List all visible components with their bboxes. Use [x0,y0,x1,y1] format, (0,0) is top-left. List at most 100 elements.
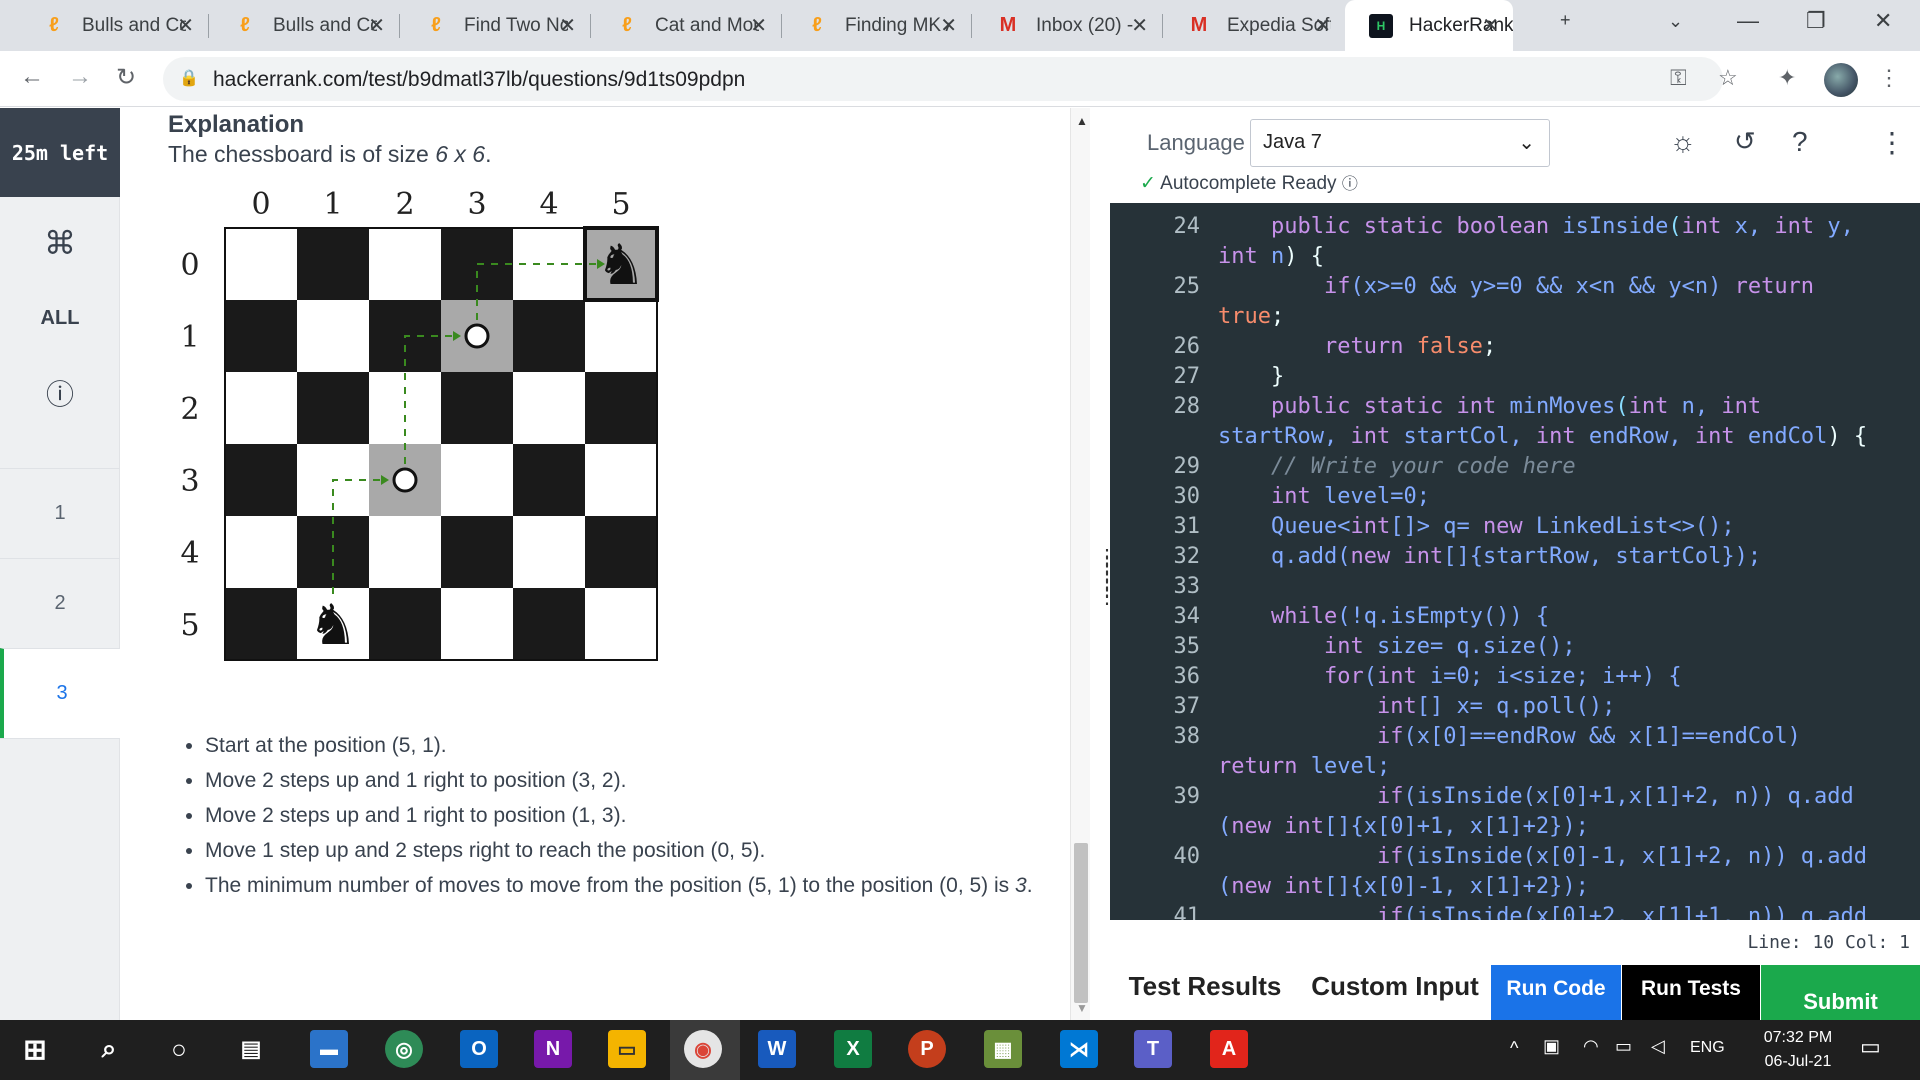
custom-input-tab[interactable]: Custom Input [1300,965,1490,1020]
column-label: 3 [467,187,486,222]
run-tests-button[interactable]: Run Tests [1622,965,1760,1020]
acrobat-icon[interactable]: A [1210,1030,1248,1068]
browser-tab[interactable]: ℓ Bulls and Cows✕ [18,0,208,51]
code-content: if(isInside(x[0]+2, x[1]+1, n)) q.add [1218,902,1867,920]
back-icon[interactable]: ← [20,63,44,91]
leetcode-icon: ℓ [812,14,822,36]
key-icon[interactable]: ⚿ [1670,65,1687,91]
sidebar-item-all[interactable]: ALL [0,288,120,348]
extensions-icon[interactable]: ✦ [1778,65,1796,91]
notifications-icon[interactable]: ▭ [1860,1034,1881,1060]
restore-icon[interactable]: ❐ [1806,8,1826,34]
info-icon[interactable]: ⓘ [0,348,120,438]
close-tab-icon[interactable]: ✕ [1314,13,1331,38]
code-token: endRow, [1575,424,1695,449]
code-token: ( [1615,394,1629,419]
sidebar-item-question-1[interactable]: 1 [0,468,120,558]
forward-icon[interactable]: → [68,63,92,91]
theme-sun-icon[interactable]: ☼ [1670,126,1696,158]
word-icon[interactable]: W [758,1030,796,1068]
browser-tab[interactable]: ℓ Bulls and Cows✕ [209,0,399,51]
sidebar-item-question-3[interactable]: 3 [0,648,120,738]
language-select[interactable]: Java 7 ⌄ [1250,119,1550,167]
scroll-thumb[interactable] [1074,843,1088,1003]
outlook-icon[interactable]: O [460,1030,498,1068]
code-token: []> q= [1390,514,1483,539]
vscode-icon[interactable]: ⋊ [1060,1030,1098,1068]
bookmark-star-icon[interactable]: ☆ [1718,65,1738,91]
editor-menu-icon[interactable]: ⋮ [1878,126,1906,159]
windows-start-icon[interactable]: ⊞ [16,1030,54,1068]
battery-icon[interactable]: ▭ [1615,1036,1632,1057]
close-tab-icon[interactable]: ✕ [177,13,194,38]
globe-app-icon[interactable]: ◎ [385,1030,423,1068]
scroll-up-icon[interactable]: ▲ [1076,114,1088,128]
computer-icon[interactable]: ▬ [310,1030,348,1068]
url-field[interactable]: 🔒 hackerrank.com/test/b9dmatl37lb/questi… [163,57,1723,101]
close-window-icon[interactable]: ✕ [1874,8,1892,34]
avatar[interactable] [1824,63,1858,97]
leetcode-icon: ℓ [622,14,632,36]
close-tab-icon[interactable]: ✕ [559,13,576,38]
close-tab-icon[interactable]: ✕ [1482,13,1499,38]
submit-button[interactable]: Submit [1761,965,1920,1020]
history-icon[interactable]: ↺ [1734,126,1756,157]
file-explorer-icon[interactable]: ▭ [608,1030,646,1068]
close-tab-icon[interactable]: ✕ [940,13,957,38]
hackerrank-logo: H [1369,13,1393,38]
code-token: int [1403,544,1444,569]
close-tab-icon[interactable]: ✕ [368,13,385,38]
close-tab-icon[interactable]: ✕ [1131,13,1148,38]
tab-search-icon[interactable]: ⌄ [1668,11,1683,32]
info-small-icon[interactable]: ⓘ [1342,176,1358,193]
language-indicator[interactable]: ENG [1690,1039,1725,1057]
minimize-icon[interactable]: — [1737,8,1759,34]
image-app-icon[interactable]: ▦ [984,1030,1022,1068]
tray-app-icon[interactable]: ▣ [1543,1036,1560,1057]
pane-splitter[interactable]: ⋮ ⋮ ⋮ ⋮ ⋮ ⋮ [1096,108,1117,1020]
line-number: 35 [1173,634,1201,659]
teams-icon[interactable]: T [1134,1030,1172,1068]
browser-tab[interactable]: ℓ Cat and Mouse✕ [591,0,781,51]
tray-chevron-icon[interactable]: ^ [1510,1038,1518,1059]
explanation-item: Move 1 step up and 2 steps right to reac… [205,833,1035,868]
cortana-icon[interactable]: ○ [160,1030,198,1068]
code-line: 38 if(x[0]==endRow && x[1]==endCol) [1110,722,1920,752]
wifi-icon[interactable]: ◠ [1583,1036,1599,1057]
browser-tab[interactable]: MExpedia Software✕ [1163,0,1345,51]
code-editor[interactable]: 24 public static boolean isInside(int x,… [1110,203,1920,920]
search-icon[interactable]: ⌕ [90,1030,128,1068]
volume-icon[interactable]: ◁ [1651,1036,1665,1057]
chrome-icon[interactable]: ◉ [684,1030,722,1068]
help-icon[interactable]: ? [1792,126,1808,158]
browser-menu-icon[interactable]: ⋮ [1878,65,1900,91]
browser-tab[interactable]: ℓ Find Two Non-overlapping✕ [400,0,590,51]
browser-tab[interactable]: H HackerRank ✕ [1345,0,1513,51]
test-results-tab[interactable]: Test Results [1110,965,1300,1020]
run-code-button[interactable]: Run Code [1491,965,1621,1020]
powerpoint-icon[interactable]: P [908,1030,946,1068]
board-square [225,516,297,588]
board-square [585,588,657,660]
browser-tab[interactable]: M Inbox (20) - ✕ [972,0,1162,51]
problem-scrollbar[interactable]: ▲ ▼ [1070,108,1090,1020]
task-view-icon[interactable]: ▤ [232,1030,270,1068]
close-tab-icon[interactable]: ✕ [750,13,767,38]
code-token: level=0; [1310,484,1430,509]
reload-icon[interactable]: ↻ [116,63,136,92]
code-token: isInside [1562,214,1669,239]
browser-tab[interactable]: ℓ Finding MK Average✕ [781,0,971,51]
command-icon[interactable]: ⌘ [0,198,120,288]
sidebar-item-question-2[interactable]: 2 [0,558,120,648]
board-intro: The chessboard is of size [168,141,429,167]
new-tab-icon[interactable]: + [1560,10,1571,31]
code-line: (new int[]{x[0]-1, x[1]+2}); [1110,872,1920,902]
onenote-icon[interactable]: N [534,1030,572,1068]
clock[interactable]: 07:32 PM 06-Jul-21 [1748,1026,1848,1074]
excel-icon[interactable]: X [834,1030,872,1068]
scroll-down-icon[interactable]: ▼ [1076,1001,1088,1015]
code-line: (new int[]{x[0]+1, x[1]+2}); [1110,812,1920,842]
